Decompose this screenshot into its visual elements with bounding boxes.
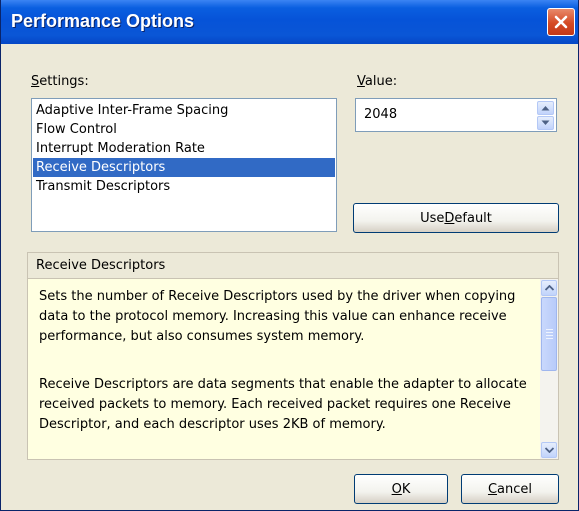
scroll-up-button[interactable]: [541, 280, 557, 296]
value-label-mnemonic: V: [357, 74, 365, 89]
description-paragraph-1: Sets the number of Receive Descriptors u…: [39, 289, 516, 344]
settings-label: Settings:: [31, 74, 89, 89]
ok-button[interactable]: OK: [354, 474, 448, 504]
cancel-mnemonic: C: [487, 481, 498, 497]
cancel-text: ancel: [497, 481, 533, 497]
spin-up-icon: [541, 106, 550, 111]
use-default-text-a: Use: [420, 210, 445, 226]
value-label-rest: alue:: [364, 74, 398, 89]
description-header: Receive Descriptors: [27, 252, 559, 279]
use-default-text-b: efault: [454, 210, 492, 226]
close-icon: [554, 15, 568, 29]
settings-listbox[interactable]: Adaptive Inter-Frame Spacing Flow Contro…: [31, 98, 337, 232]
spin-up-button[interactable]: [537, 101, 554, 115]
close-button[interactable]: [547, 8, 575, 36]
cancel-button[interactable]: Cancel: [461, 474, 559, 504]
value-input[interactable]: 2048: [364, 107, 397, 122]
value-spinbox[interactable]: 2048: [355, 98, 557, 132]
description-title: Receive Descriptors: [36, 258, 166, 273]
spin-down-icon: [541, 120, 550, 125]
ok-text: K: [401, 481, 411, 497]
list-item[interactable]: Flow Control: [33, 120, 335, 139]
scroll-thumb[interactable]: [541, 297, 557, 371]
list-item[interactable]: Adaptive Inter-Frame Spacing: [33, 101, 335, 120]
list-item-selected[interactable]: Receive Descriptors: [33, 158, 335, 177]
window-title: Performance Options: [11, 11, 195, 31]
use-default-mnemonic: D: [444, 210, 455, 226]
scroll-down-button[interactable]: [541, 442, 557, 458]
spin-down-button[interactable]: [537, 116, 554, 130]
description-scrollbar[interactable]: [540, 279, 558, 459]
settings-label-rest: ettings:: [39, 74, 89, 89]
use-default-button[interactable]: Use Default: [353, 203, 559, 233]
description-paragraph-2: Receive Descriptors are data segments th…: [39, 377, 527, 432]
scroll-down-icon: [544, 447, 554, 453]
ok-mnemonic: O: [391, 481, 402, 497]
description-box[interactable]: Sets the number of Receive Descriptors u…: [27, 278, 559, 460]
list-item[interactable]: Interrupt Moderation Rate: [33, 139, 335, 158]
list-item[interactable]: Transmit Descriptors: [33, 177, 335, 196]
title-bar[interactable]: Performance Options: [1, 0, 578, 44]
scroll-up-icon: [544, 285, 554, 291]
value-label: Value:: [357, 74, 397, 89]
performance-options-dialog: Performance Options Settings: Adaptive I…: [0, 0, 579, 511]
